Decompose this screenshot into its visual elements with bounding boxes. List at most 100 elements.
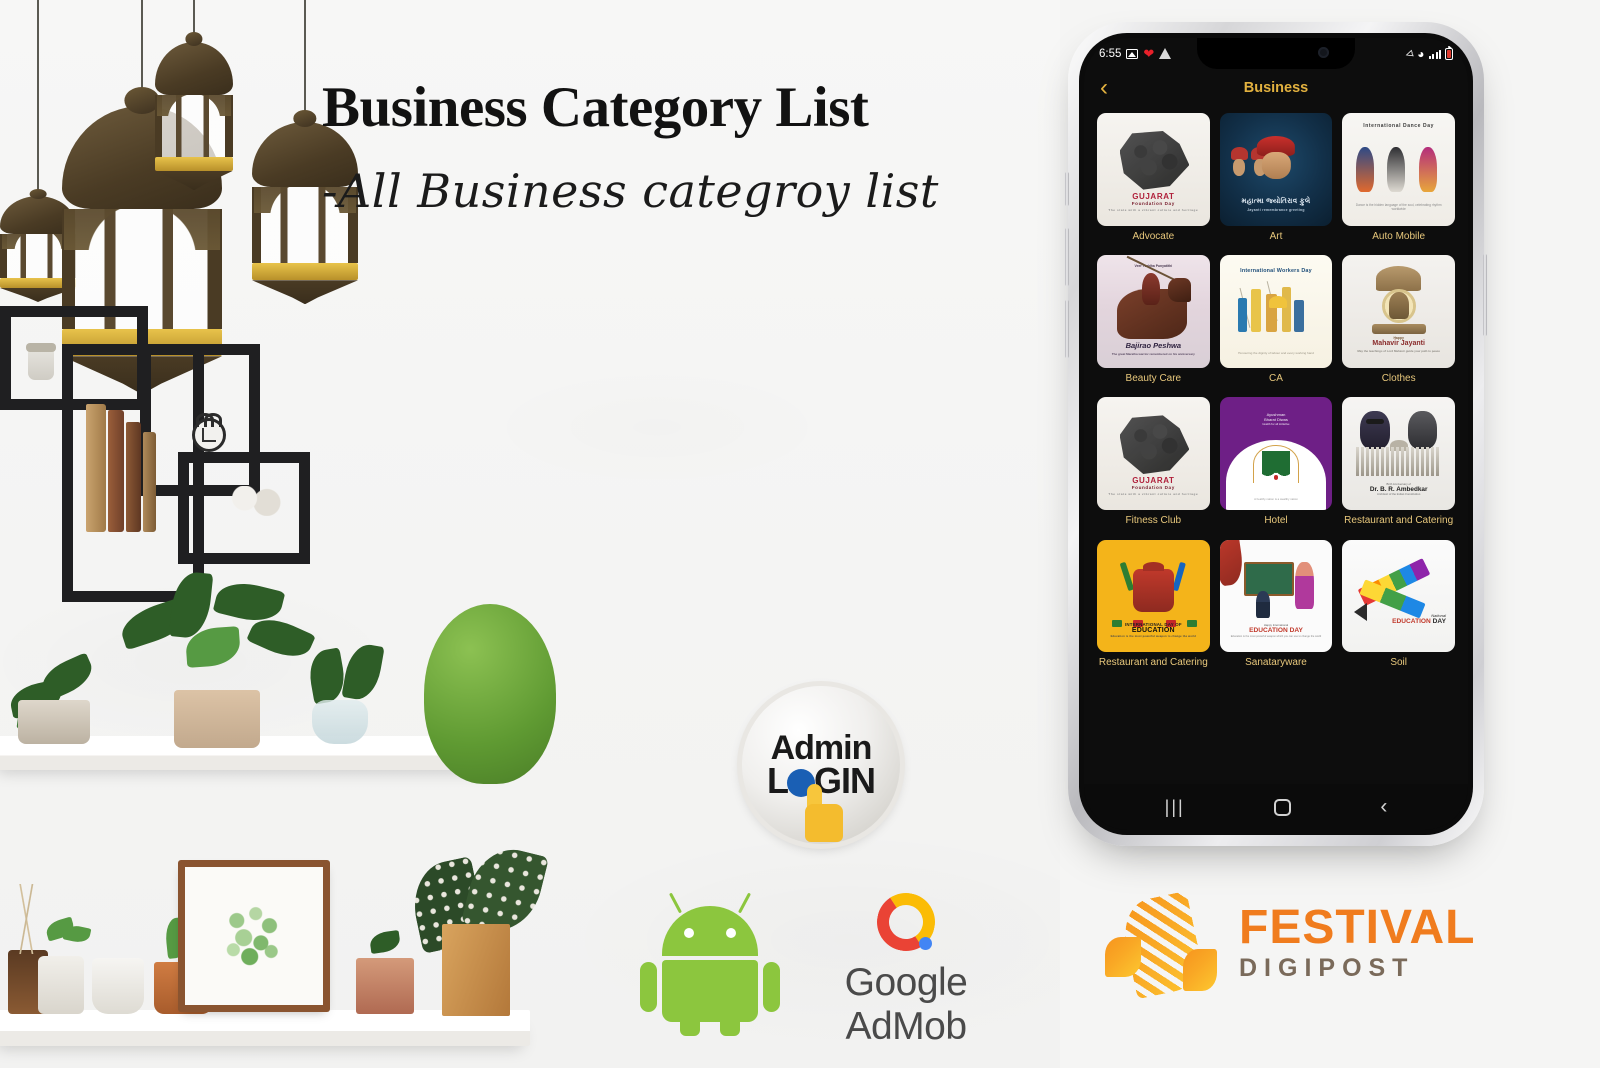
category-label: Restaurant and Catering [1344,515,1454,526]
poster-fine2: Health for all initiative [1262,422,1290,426]
admob-mark-icon [871,887,941,957]
phone-power-button[interactable] [1483,254,1487,336]
category-label: Hotel [1264,515,1288,527]
android-robot-icon [640,892,780,1036]
festival-name: FESTIVAL [1239,901,1476,955]
wood-vase [442,924,510,1016]
poster-title: GUJARAT [1132,476,1175,486]
category-thumbnail: GUJARAT Foundation Day The state with a … [1097,113,1210,226]
category-label: Advocate [1132,230,1175,242]
status-time: 6:55 [1099,47,1122,60]
phone-screen: 6:55 ❤ ⏿ ◕ ‹ Business GUJARAT Foundation… [1084,38,1468,830]
poster-fine: A healthy nation is a wealthy nation [1254,496,1298,501]
category-label: Sanataryware [1245,657,1307,669]
poster-title-a: EDUCATION [1392,618,1431,626]
plant-trailing-right [424,604,556,784]
framed-botanical-art [178,860,330,1012]
triangle-icon [1159,48,1172,59]
mute-icon: ⏿ [1402,45,1416,61]
category-thumbnail: Ayushman Bharat Diwas Health for all ini… [1219,397,1333,511]
page-title: Business Category List [322,76,869,139]
recents-icon[interactable]: ||| [1165,797,1185,818]
category-card-art[interactable]: મહાત્મા જ્યોતિરાવ ફુલે Jayanti remembran… [1219,113,1333,243]
poster-fine: Education is the most powerful weapon wh… [1230,634,1322,638]
poster-sub: Foundation Day [1131,201,1175,207]
category-card-restaurant-catering-1[interactable]: Birth Anniversary of Dr. B. R. Ambedkar … [1342,397,1455,527]
decor-stones [226,486,288,516]
heart-icon: ❤ [1143,46,1155,61]
category-card-beauty-care[interactable]: Veer Yoddha Punyatithi Bajirao Peshwa Th… [1097,255,1210,385]
poster-fine: Education is the most powerful weapon to… [1110,634,1197,638]
poster-title: મહાત્મા જ્યોતિરાવ ફુલે [1241,198,1311,206]
back-button[interactable]: ‹ [1100,76,1108,100]
category-label: Fitness Club [1125,515,1182,526]
category-card-soil[interactable]: National EDUCATION DAY Soil [1342,539,1455,670]
plant-propagation-jar [38,916,92,1014]
category-thumbnail: Happy International EDUCATION DAY Educat… [1219,539,1333,653]
category-thumbnail: Happy Mahavir Jayanti May the teachings … [1342,255,1455,368]
category-card-clothes[interactable]: Happy Mahavir Jayanti May the teachings … [1342,255,1455,385]
app-title: Business [1243,80,1309,96]
category-card-auto-mobile[interactable]: International Dance Day Dance is the hid… [1342,113,1455,243]
google-admob-logo: Google AdMob [786,887,1026,1049]
wifi-icon: ◕ [1417,46,1425,61]
category-card-sanataryware[interactable]: Happy International EDUCATION DAY Educat… [1219,539,1333,670]
category-card-hotel[interactable]: Ayushman Bharat Diwas Health for all ini… [1219,397,1333,527]
pointing-hand-icon [801,783,847,842]
poster-fine: May the teachings of Lord Mahavir guide … [1357,348,1440,353]
category-thumbnail: Veer Yoddha Punyatithi Bajirao Peshwa Th… [1097,255,1210,368]
admin-login-button[interactable]: Admin L GIN [742,686,900,844]
poster-fine: Jayanti remembrance greeting [1247,208,1305,213]
poster-title: GUJARAT [1132,192,1175,202]
lantern-small-top [155,0,233,191]
back-icon[interactable]: ‹ [1380,795,1387,819]
app-header: ‹ Business [1084,69,1468,107]
category-label: Clothes [1381,372,1416,384]
festival-digipost-logo: FESTIVAL DIGIPOST [1105,890,1505,1000]
plant-succulent-copper [356,930,418,1014]
category-thumbnail: International Dance Day Dance is the hid… [1342,113,1455,226]
poster-title: International Dance Day [1363,123,1435,130]
category-label: Restaurant and Catering [1098,657,1208,669]
poster-pre: INTERNATIONAL DAY OF [1124,621,1182,627]
poster-title: Bajirao Peshwa [1125,341,1182,351]
poster-sub: Foundation Day [1131,485,1175,491]
category-label: Art [1269,230,1283,242]
poster-title-b: DAY [1430,618,1446,626]
festival-wordmark: FESTIVAL DIGIPOST [1239,904,1475,986]
category-thumbnail: INTERNATIONAL DAY OF EDUCATION Education… [1097,539,1210,653]
book-stack [86,400,156,532]
category-card-fitness-club[interactable]: GUJARAT Foundation Day The state with a … [1097,397,1210,527]
home-icon[interactable] [1274,798,1291,816]
festival-sub: DIGIPOST [1239,954,1415,983]
glass-jar [26,343,56,380]
promo-headline-block: Business Category List -All Business cat… [322,78,1022,218]
phone-volume-down-button[interactable] [1065,300,1069,358]
image-icon [1126,48,1139,59]
phone-mute-switch[interactable] [1065,172,1069,206]
festival-ribbon-icon [1105,890,1221,1000]
system-navigation-bar: ||| ‹ [1084,784,1468,830]
poster-fine: Architect of the Indian Constitution [1376,493,1421,497]
poster-fine: Dance is the hidden language of the soul… [1355,202,1442,212]
poster-fine: The great Maratha warrior remembered on … [1111,352,1195,357]
category-card-restaurant-catering-2[interactable]: INTERNATIONAL DAY OF EDUCATION Education… [1097,539,1210,670]
category-label: Auto Mobile [1372,230,1426,242]
category-thumbnail: GUJARAT Foundation Day The state with a … [1097,397,1210,510]
poster-title: International Workers Day [1240,267,1312,274]
category-thumbnail: મહાત્મા જ્યોતિરાવ ફુલે Jayanti remembran… [1219,113,1333,226]
poster-title: EDUCATION DAY [1249,626,1303,634]
poster-sub: Bharat Diwas [1264,416,1288,422]
pot-beige-center [174,690,260,748]
category-card-advocate[interactable]: GUJARAT Foundation Day The state with a … [1097,113,1210,243]
category-label: Soil [1390,657,1407,669]
category-label: Beauty Care [1125,372,1182,384]
category-card-ca[interactable]: International Workers Day Honouring the … [1219,255,1333,385]
pot-stone-left [18,700,90,744]
plant-white-pot [92,958,144,1014]
category-thumbnail: International Workers Day Honouring the … [1219,255,1333,368]
status-bar: 6:55 ❤ ⏿ ◕ [1084,38,1468,69]
phone-volume-up-button[interactable] [1065,228,1069,286]
poster-fine: The state with a vibrant culture and her… [1108,208,1199,213]
category-grid: GUJARAT Foundation Day The state with a … [1084,107,1468,784]
